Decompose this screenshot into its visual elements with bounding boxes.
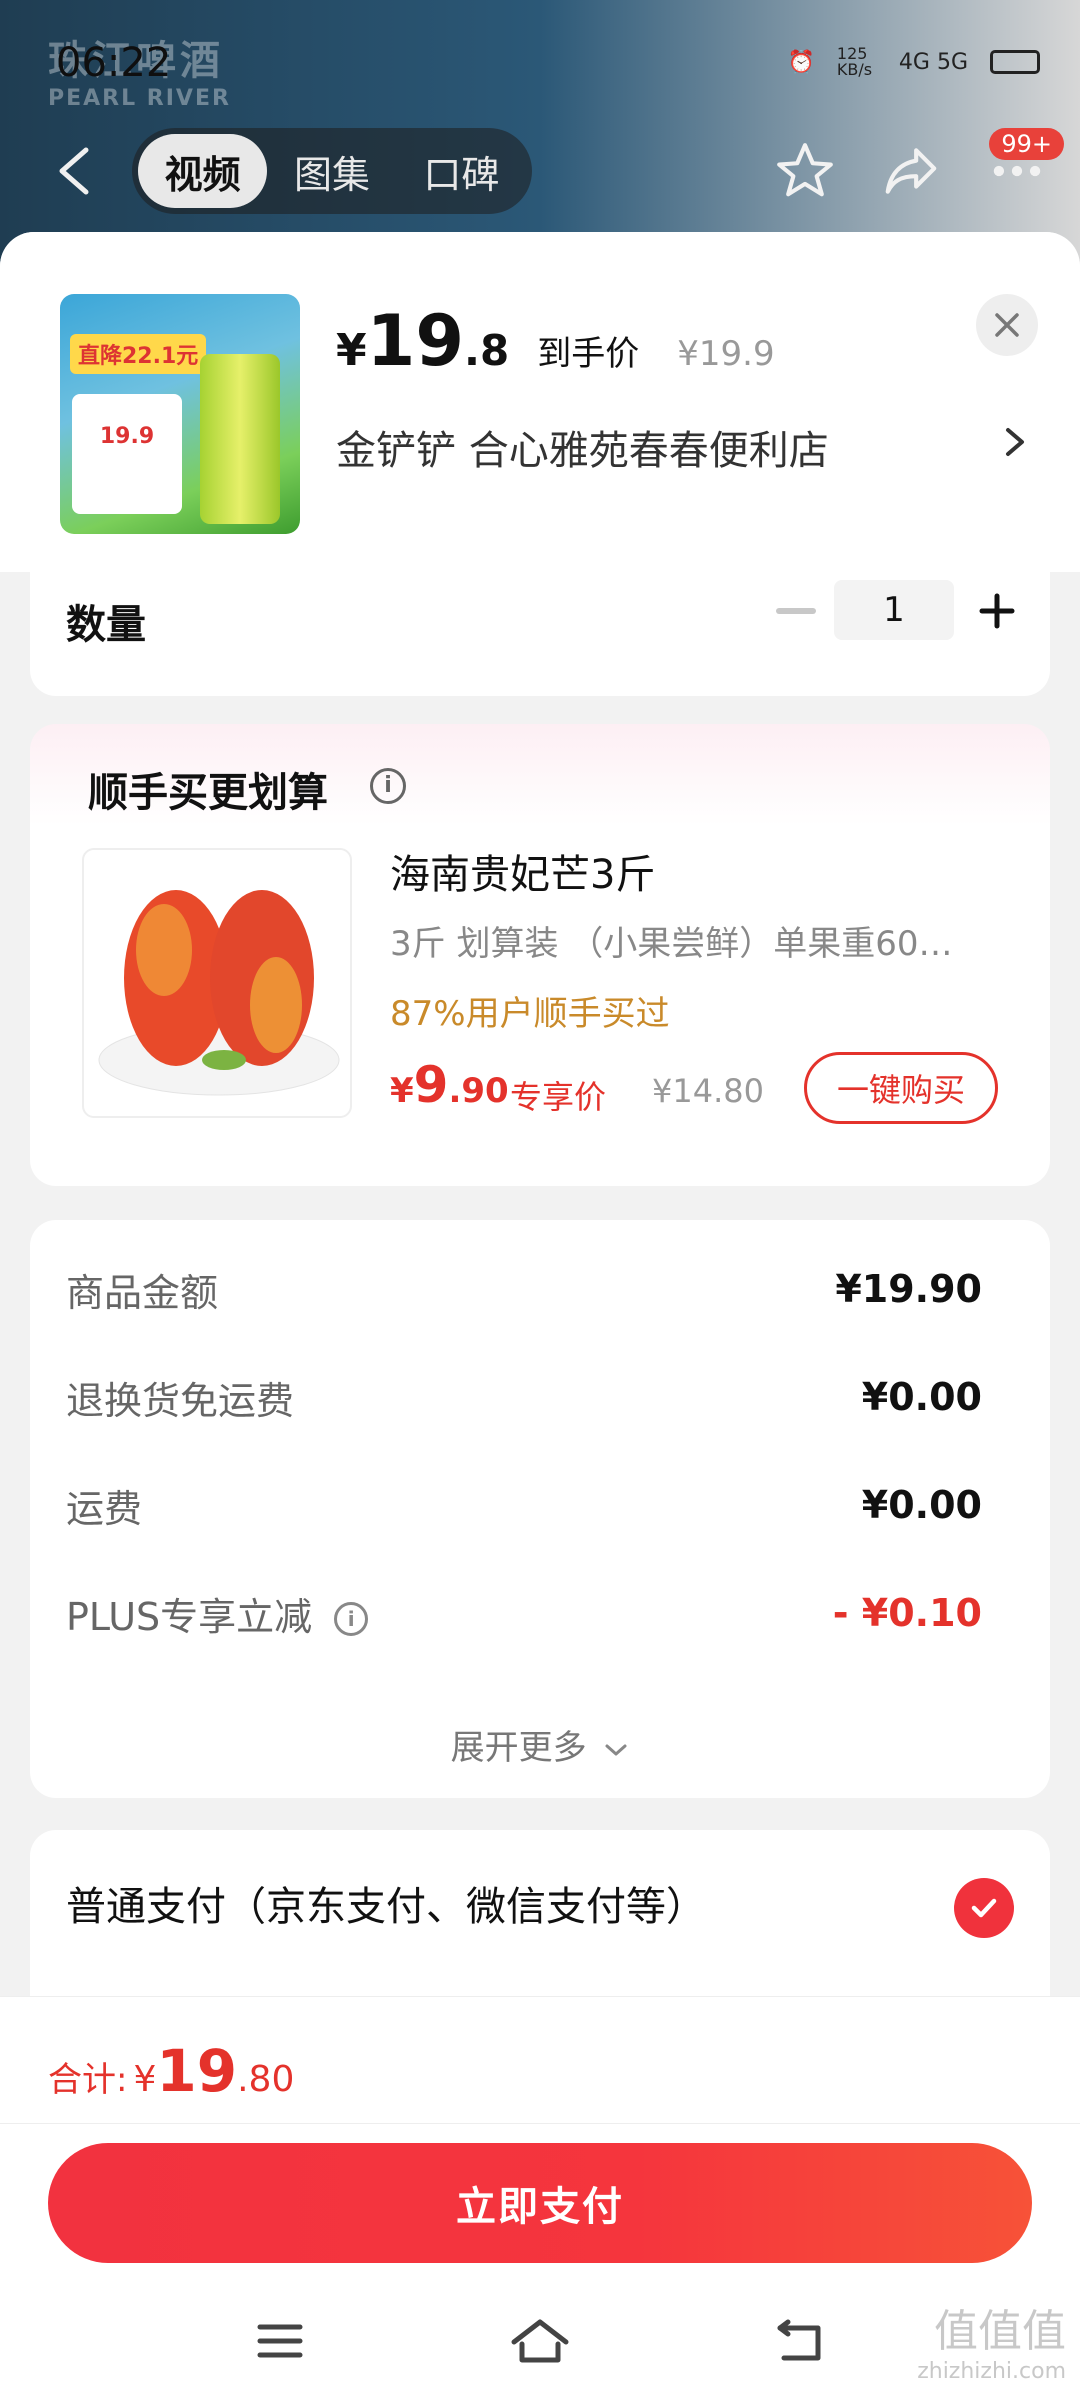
summary-value: ¥0.00 [861, 1375, 982, 1419]
recommend-price: ¥9.90 [390, 1056, 509, 1114]
close-button[interactable] [976, 294, 1038, 356]
brand-subtext: PEARL RIVER [48, 86, 231, 111]
watermark-sub: zhizhizhi.com [917, 2359, 1066, 2384]
exclusive-price-label: 专享价 [510, 1078, 607, 1116]
price-main: ¥19.8 [336, 300, 509, 382]
back-arrow-icon[interactable] [52, 146, 96, 196]
summary-row-return-shipping: 退换货免运费 ¥0.00 [66, 1362, 1016, 1432]
summary-value: ¥0.00 [861, 1483, 982, 1527]
total-decimal: .80 [237, 2059, 295, 2100]
total-symbol: ¥ [133, 2059, 157, 2100]
quantity-label: 数量 [66, 602, 146, 648]
chevron-down-icon [605, 1744, 627, 1755]
product-thumbnail: 直降22.1元 19.9 [60, 294, 300, 534]
final-price-label: 到手价 [537, 334, 640, 374]
home-icon[interactable] [510, 2311, 570, 2371]
alarm-icon: ⏰ [787, 49, 815, 75]
summary-label: 退换货免运费 [66, 1378, 295, 1423]
payment-selected-check[interactable] [954, 1878, 1014, 1938]
summary-value: - ¥0.10 [832, 1591, 982, 1635]
summary-label: 商品金额 [66, 1270, 219, 1315]
minus-icon[interactable] [776, 608, 816, 614]
plus-icon[interactable] [978, 592, 1016, 630]
total-integer: 19 [156, 2037, 238, 2105]
summary-row-shipping: 运费 ¥0.00 [66, 1470, 1016, 1540]
status-icons: ⏰ 125 KB/s 4G 5G [787, 40, 1040, 84]
menu-icon[interactable] [250, 2311, 310, 2371]
tab-reviews[interactable]: 口碑 [397, 134, 526, 208]
recommend-price-symbol: ¥ [390, 1071, 414, 1111]
beer-can-image [200, 354, 280, 524]
summary-label: 运费 [66, 1486, 143, 1531]
order-summary-card: 商品金额 ¥19.90 退换货免运费 ¥0.00 运费 ¥0.00 PLUS专享… [30, 1220, 1050, 1798]
thumb-discount-tag: 直降22.1元 [70, 334, 207, 374]
summary-row-plus-discount: PLUS专享立减 i - ¥0.10 [66, 1578, 1016, 1648]
payment-option-label[interactable]: 普通支付（京东支付、微信支付等） [66, 1874, 706, 1932]
quantity-value[interactable]: 1 [834, 580, 954, 640]
tab-gallery[interactable]: 图集 [267, 134, 396, 208]
recommendation-title: 顺手买更划算 [88, 770, 328, 816]
recommendation-card: 顺手买更划算 i 海南贵妃芒3斤 3斤 划算装 （小果尝鲜）单果重60… 87%… [30, 724, 1050, 1186]
background-product-page: 珠江啤酒 PEARL RIVER 06:22 ⏰ 125 KB/s 4G 5G … [0, 0, 1080, 270]
price-integer: 19 [366, 300, 465, 382]
quantity-card: 数量 1 [30, 572, 1050, 696]
summary-row-goods: 商品金额 ¥19.90 [66, 1254, 1016, 1324]
checkout-bar: 合计: ¥19.80 立即支付 值值值 zhizhizhi.com [0, 1996, 1080, 2400]
chevron-right-icon[interactable] [1000, 422, 1030, 462]
notification-badge: 99+ [989, 128, 1064, 160]
product-header: 直降22.1元 19.9 ¥19.8 到手价 ¥19.9 金铲铲 合心雅苑春春便… [0, 232, 1080, 572]
check-icon [971, 1898, 997, 1918]
recommend-original-price: ¥14.80 [652, 1072, 764, 1110]
expand-label: 展开更多 [450, 1728, 587, 1768]
watermark: 值值值 zhizhizhi.com [917, 2295, 1066, 2384]
summary-value: ¥19.90 [835, 1267, 982, 1311]
original-price: ¥19.9 [677, 334, 775, 374]
status-time: 06:22 [56, 40, 172, 86]
divider [0, 2123, 1080, 2124]
back-icon[interactable] [770, 2311, 830, 2371]
favorite-star-icon[interactable] [772, 138, 838, 204]
thumb-price-card: 19.9 [72, 394, 182, 514]
one-click-buy-button[interactable]: 一键购买 [804, 1052, 998, 1124]
recommend-price-integer: 9 [413, 1056, 449, 1114]
pay-now-button[interactable]: 立即支付 [48, 2143, 1032, 2263]
network-speed: 125 KB/s [836, 44, 873, 79]
recommend-product-desc: 3斤 划算装 （小果尝鲜）单果重60… [390, 924, 953, 964]
share-icon[interactable] [878, 138, 944, 204]
recommend-product-name[interactable]: 海南贵妃芒3斤 [390, 842, 655, 900]
summary-label-wrap: PLUS专享立减 i [66, 1586, 369, 1641]
info-icon[interactable]: i [370, 768, 406, 804]
price-symbol: ¥ [336, 325, 367, 376]
mango-illustration [98, 890, 340, 1096]
info-icon[interactable]: i [334, 1602, 369, 1636]
recommend-price-decimal: .90 [448, 1071, 509, 1111]
total-amount: 合计: ¥19.80 [48, 2037, 294, 2105]
mango-image[interactable] [82, 848, 352, 1118]
price-decimal: .8 [464, 326, 510, 375]
expand-more-button[interactable]: 展开更多 [30, 1720, 1050, 1769]
media-tabs: 视频 图集 口碑 [132, 128, 532, 214]
tab-video[interactable]: 视频 [138, 134, 268, 208]
social-proof: 87%用户顺手买过 [390, 994, 670, 1034]
store-name[interactable]: 金铲铲 合心雅苑春春便利店 [336, 418, 829, 476]
watermark-text: 值值值 [934, 2306, 1066, 2357]
battery-icon [990, 50, 1040, 74]
top-navigation: 视频 图集 口碑 99+ [0, 128, 1080, 218]
close-icon [995, 313, 1019, 337]
total-label: 合计: [48, 2060, 128, 2100]
signal-label: 4G 5G [898, 49, 968, 75]
summary-label: PLUS专享立减 [66, 1594, 313, 1639]
price-row: ¥19.8 到手价 ¥19.9 [336, 300, 775, 382]
